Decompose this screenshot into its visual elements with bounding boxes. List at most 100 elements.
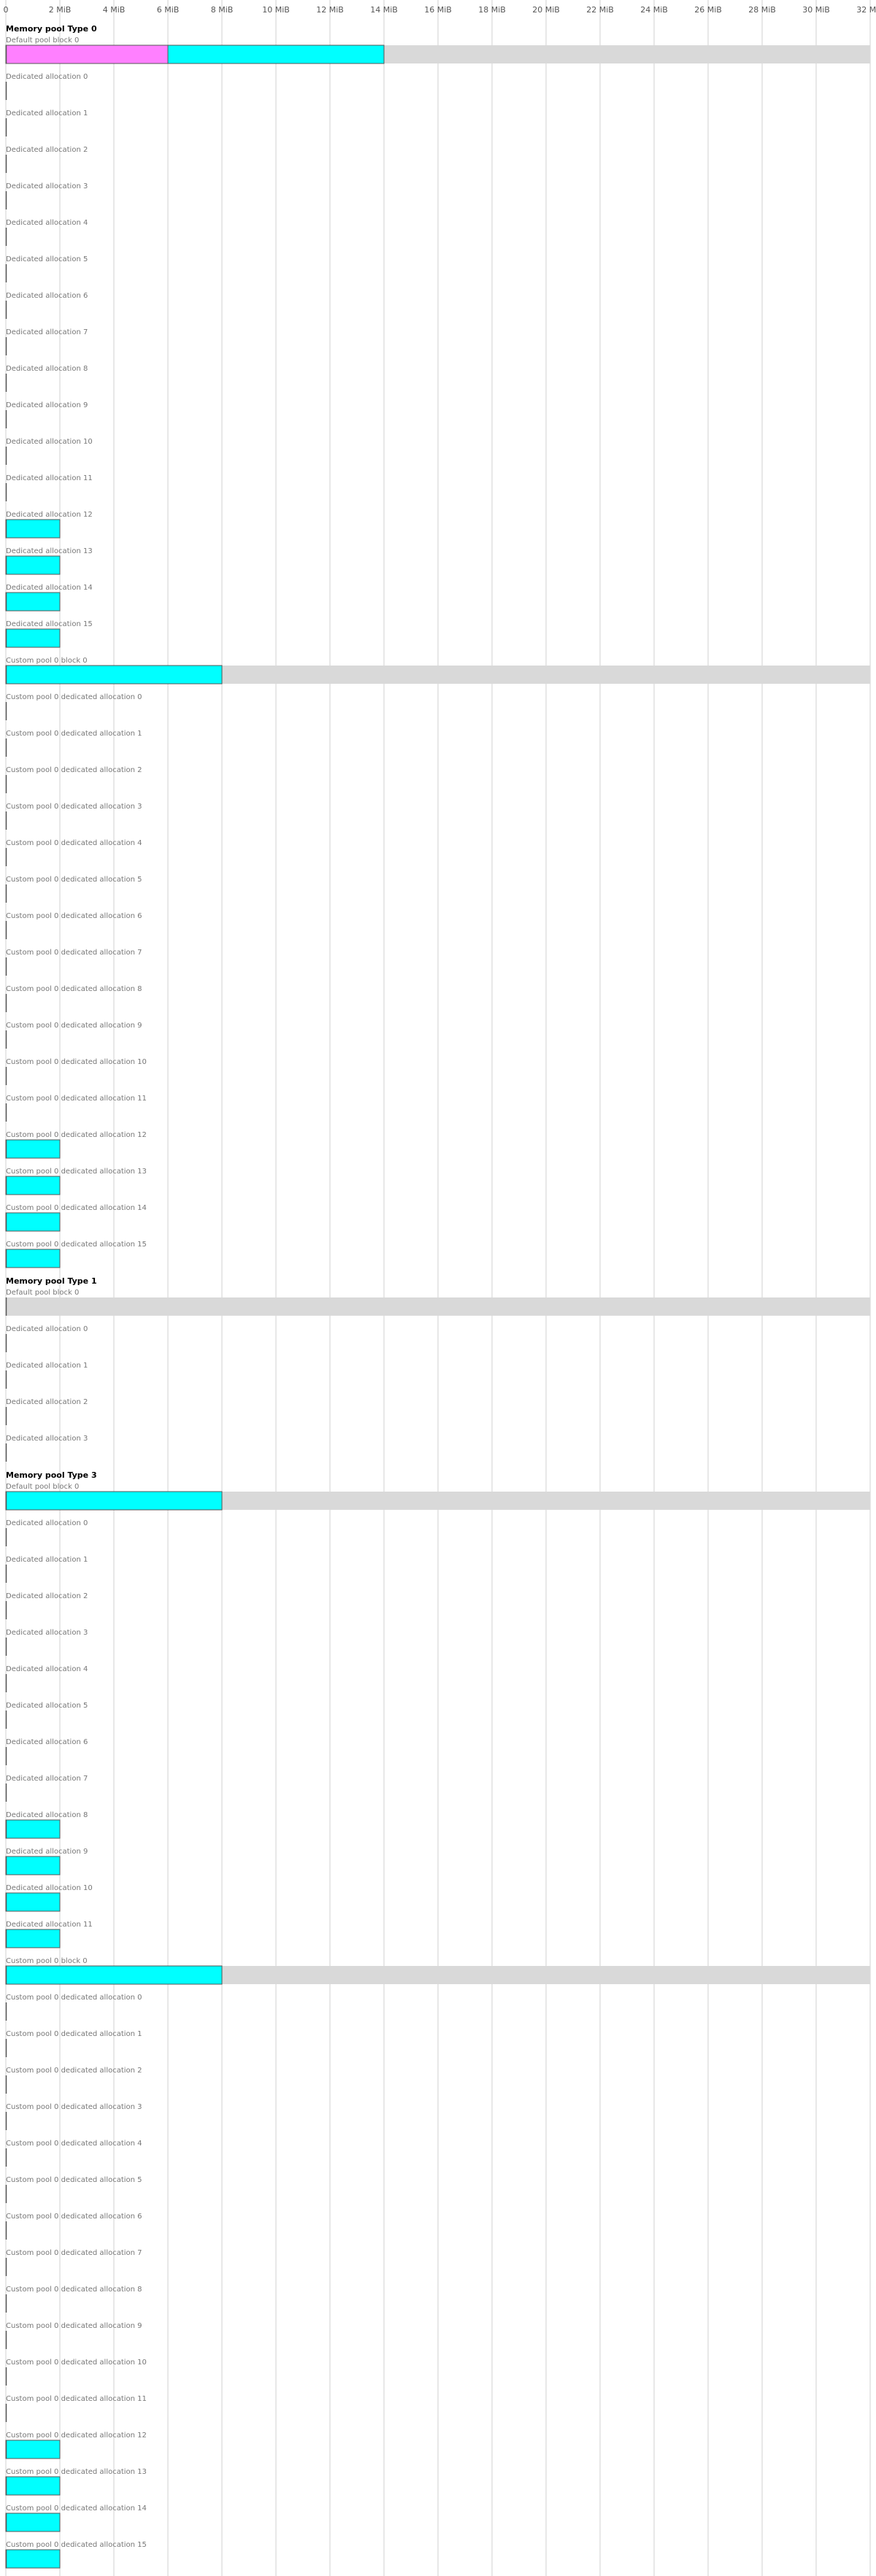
allocation-row: Dedicated allocation 8 <box>5 365 88 392</box>
row-label: Custom pool 0 dedicated allocation 11 <box>6 1095 147 1103</box>
allocation-row: Custom pool 0 dedicated allocation 8 <box>5 985 142 1012</box>
row-label: Dedicated allocation 7 <box>6 328 88 336</box>
row-label: Dedicated allocation 14 <box>6 584 93 592</box>
allocation-row: Custom pool 0 dedicated allocation 1 <box>5 730 142 757</box>
allocation-row: Custom pool 0 dedicated allocation 7 <box>5 2249 142 2276</box>
row-label: Dedicated allocation 2 <box>6 146 88 154</box>
allocation-row: Dedicated allocation 15 <box>5 620 93 648</box>
allocation-buffer <box>5 519 61 539</box>
row-label: Custom pool 0 dedicated allocation 3 <box>6 2103 142 2111</box>
row-label: Custom pool 0 dedicated allocation 14 <box>6 2504 147 2513</box>
row-label: Custom pool 0 dedicated allocation 1 <box>6 2030 142 2038</box>
row-label: Dedicated allocation 0 <box>6 73 88 81</box>
allocation-row: Custom pool 0 dedicated allocation 1 <box>5 2030 142 2057</box>
allocation-buffer <box>5 2549 61 2569</box>
row-label: Custom pool 0 dedicated allocation 10 <box>6 1058 147 1066</box>
row-label: Dedicated allocation 11 <box>6 474 93 482</box>
allocation-buffer <box>167 45 385 64</box>
row-label: Custom pool 0 dedicated allocation 11 <box>6 2395 147 2403</box>
allocation-row: Custom pool 0 dedicated allocation 10 <box>5 2359 147 2386</box>
pool-title: Memory pool Type 3 <box>6 1470 97 1480</box>
row-label: Dedicated allocation 0 <box>6 1519 88 1527</box>
allocation-buffer <box>5 2476 61 2496</box>
allocation-row: Custom pool 0 dedicated allocation 12 <box>5 1131 147 1159</box>
allocation-row: Custom pool 0 dedicated allocation 0 <box>5 1994 142 2021</box>
allocation-row: Dedicated allocation 6 <box>5 292 88 319</box>
allocation-row: Custom pool 0 dedicated allocation 5 <box>5 876 142 903</box>
allocation-row: Dedicated allocation 4 <box>5 219 88 246</box>
row-label: Dedicated allocation 12 <box>6 511 93 519</box>
allocation-row: Dedicated allocation 5 <box>5 255 88 282</box>
allocation-row: Dedicated allocation 13 <box>5 547 93 575</box>
allocation-row: Custom pool 0 dedicated allocation 5 <box>5 2176 142 2203</box>
allocation-row: Custom pool 0 dedicated allocation 4 <box>5 839 142 866</box>
allocation-buffer <box>5 1249 61 1268</box>
allocation-row: Custom pool 0 dedicated allocation 13 <box>5 2468 147 2496</box>
row-label: Custom pool 0 dedicated allocation 8 <box>6 985 142 993</box>
allocation-row: Custom pool 0 dedicated allocation 14 <box>5 1204 147 1232</box>
allocation-buffer <box>5 1491 223 1511</box>
pool-title: Memory pool Type 1 <box>6 1276 97 1286</box>
row-label: Dedicated allocation 8 <box>6 1811 88 1819</box>
row-label: Custom pool 0 dedicated allocation 6 <box>6 912 142 920</box>
row-label: Dedicated allocation 1 <box>6 1362 88 1370</box>
row-label: Dedicated allocation 7 <box>6 1775 88 1783</box>
allocation-row: Dedicated allocation 7 <box>5 328 88 355</box>
tick-label-3: 6 MiB <box>157 5 180 15</box>
memory-allocation-chart: 0 2 MiB 4 MiB 6 MiB 8 MiB 10 MiB 12 MiB 14 MiB 1… <box>4 0 876 2576</box>
row-label: Custom pool 0 dedicated allocation 9 <box>6 2322 142 2330</box>
row-label: Custom pool 0 block 0 <box>6 1957 88 1965</box>
row-label: Custom pool 0 dedicated allocation 0 <box>6 693 142 701</box>
allocation-buffer <box>5 1965 223 1985</box>
row-label: Default pool block 0 <box>6 36 79 45</box>
allocation-buffer <box>5 1176 61 1195</box>
row-label: Dedicated allocation 10 <box>6 438 93 446</box>
allocation-row: Dedicated allocation 7 <box>5 1775 88 1802</box>
allocation-row: Dedicated allocation 1 <box>5 1362 88 1389</box>
row-label: Custom pool 0 dedicated allocation 8 <box>6 2286 142 2294</box>
allocation-row: Custom pool 0 dedicated allocation 2 <box>5 766 142 793</box>
allocation-row: Custom pool 0 dedicated allocation 7 <box>5 949 142 976</box>
row-label: Dedicated allocation 3 <box>6 1629 88 1637</box>
tick-label-5: 10 MiB <box>262 5 290 15</box>
row-label: Custom pool 0 dedicated allocation 7 <box>6 2249 142 2257</box>
allocation-row: Custom pool 0 dedicated allocation 9 <box>5 2322 142 2349</box>
row-label: Custom pool 0 dedicated allocation 10 <box>6 2359 147 2367</box>
allocation-buffer <box>5 1856 61 1875</box>
row-label: Custom pool 0 dedicated allocation 12 <box>6 2432 147 2440</box>
row-label: Dedicated allocation 6 <box>6 1738 88 1746</box>
row-label: Custom pool 0 dedicated allocation 13 <box>6 2468 147 2476</box>
allocation-row: Dedicated allocation 0 <box>5 1325 88 1352</box>
row-label: Custom pool 0 dedicated allocation 15 <box>6 1241 147 1249</box>
allocation-row: Custom pool 0 dedicated allocation 3 <box>5 2103 142 2130</box>
row-label: Dedicated allocation 3 <box>6 182 88 190</box>
allocation-buffer <box>5 1819 61 1839</box>
allocation-row: Dedicated allocation 11 <box>5 1921 93 1948</box>
tick-label-2: 4 MiB <box>103 5 126 15</box>
row-label: Dedicated allocation 5 <box>6 1702 88 1710</box>
allocation-row: Custom pool 0 dedicated allocation 8 <box>5 2286 142 2313</box>
row-label: Custom pool 0 dedicated allocation 9 <box>6 1022 142 1030</box>
allocation-buffer <box>5 665 223 685</box>
allocation-row: Dedicated allocation 2 <box>5 1592 88 1619</box>
row-label: Dedicated allocation 4 <box>6 219 88 227</box>
tick-label-11: 22 MiB <box>586 5 614 15</box>
allocation-row: Custom pool 0 dedicated allocation 11 <box>5 2395 147 2422</box>
pool-title: Memory pool Type 0 <box>6 24 97 34</box>
row-label: Custom pool 0 dedicated allocation 13 <box>6 1168 147 1176</box>
allocation-row: Dedicated allocation 3 <box>5 1629 88 1656</box>
allocation-row: Custom pool 0 dedicated allocation 9 <box>5 1022 142 1049</box>
allocation-buffer <box>5 2440 61 2459</box>
row-label: Dedicated allocation 2 <box>6 1398 88 1406</box>
row-label: Dedicated allocation 13 <box>6 547 93 555</box>
block-bar <box>6 1297 870 1316</box>
allocation-buffer <box>5 592 61 612</box>
allocation-buffer <box>5 1892 61 1912</box>
tick-label-4: 8 MiB <box>211 5 234 15</box>
allocation-row: Dedicated allocation 10 <box>5 438 93 465</box>
tick-label-10: 20 MiB <box>532 5 560 15</box>
row-label: Custom pool 0 block 0 <box>6 657 88 665</box>
allocation-row: Dedicated allocation 14 <box>5 584 93 612</box>
row-label: Custom pool 0 dedicated allocation 2 <box>6 766 142 774</box>
allocation-row: Dedicated allocation 1 <box>5 1556 88 1583</box>
